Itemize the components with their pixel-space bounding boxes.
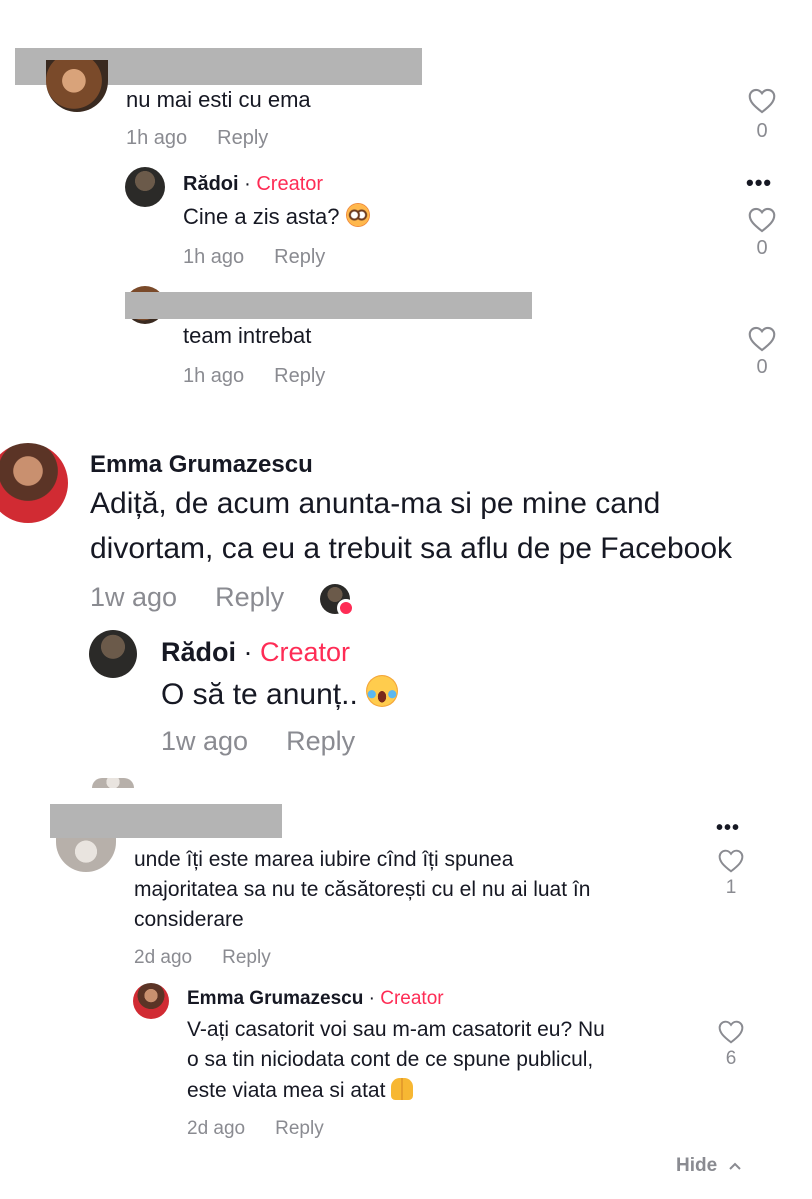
like-button[interactable]: 0 — [740, 207, 784, 260]
like-button[interactable]: 1 — [710, 849, 752, 899]
reply-button[interactable]: Reply — [286, 726, 355, 756]
creator-liked-heart-icon — [337, 599, 355, 617]
reply-text-content: Cine a zis asta? — [183, 204, 340, 229]
commenter-avatar[interactable] — [0, 443, 68, 523]
reply-author: Rădoi · Creator — [183, 173, 323, 196]
reply-button[interactable]: Reply — [275, 1118, 324, 1139]
separator-dot: · — [236, 637, 261, 667]
heart-icon[interactable] — [740, 207, 784, 233]
reply-meta: 1w ago Reply — [161, 726, 355, 757]
reply-text-content: este viata mea si atat — [187, 1079, 386, 1102]
commenter-avatar[interactable] — [46, 60, 108, 112]
like-count: 0 — [756, 237, 768, 259]
author-name[interactable]: Rădoi — [183, 173, 239, 195]
reply-author: Rădoi · Creator — [161, 637, 350, 668]
reply-text-line: este viata mea si atat — [187, 1078, 414, 1103]
reply-button[interactable]: Reply — [274, 246, 325, 268]
comment-meta: 1w ago Reply — [90, 582, 284, 613]
reply-time: 1h ago — [183, 246, 245, 268]
reply-time: 2d ago — [187, 1118, 246, 1139]
hide-label[interactable]: Hide — [676, 1155, 717, 1176]
comment-time: 1h ago — [126, 127, 188, 149]
more-options-icon[interactable]: ••• — [746, 170, 772, 196]
comment-text-line: Adiță, de acum anunta-ma si pe mine cand — [90, 487, 661, 520]
author-name[interactable]: Rădoi — [161, 637, 236, 667]
heart-icon[interactable] — [740, 326, 784, 352]
separator-dot: · — [363, 988, 381, 1009]
reply-text: O să te anunț.. — [161, 675, 399, 712]
creator-badge: Creator — [260, 637, 351, 667]
folded-hands-emoji-icon — [391, 1078, 414, 1100]
reply-meta: 2d ago Reply — [187, 1118, 324, 1140]
comment-text-line: divortam, ca eu a trebuit sa aflu de pe … — [90, 532, 733, 565]
author-name[interactable]: Emma Grumazescu — [187, 988, 363, 1009]
heart-icon[interactable] — [740, 88, 784, 114]
comment-meta: 2d ago Reply — [134, 947, 271, 969]
heart-icon[interactable] — [710, 849, 752, 873]
reply-time: 1w ago — [161, 726, 249, 756]
reply-button[interactable]: Reply — [274, 365, 325, 387]
chevron-up-icon[interactable] — [728, 1155, 742, 1177]
comment-meta: 1h ago Reply — [126, 127, 268, 150]
reply-time: 1h ago — [183, 365, 245, 387]
comment-text-line: considerare — [134, 908, 244, 931]
redacted-username — [50, 804, 282, 838]
reply-button[interactable]: Reply — [222, 947, 271, 968]
reply-avatar[interactable] — [125, 167, 165, 207]
hide-replies-button[interactable]: Hide — [676, 1155, 742, 1177]
creator-badge: Creator — [380, 988, 444, 1009]
commenter-avatar[interactable] — [56, 838, 116, 872]
heart-icon[interactable] — [710, 1020, 752, 1044]
redacted-username — [125, 292, 532, 319]
comment-time: 2d ago — [134, 947, 193, 968]
creator-badge: Creator — [256, 173, 324, 195]
reply-text: Cine a zis asta? — [183, 203, 370, 230]
like-button[interactable]: 0 — [740, 326, 784, 379]
like-count: 0 — [756, 120, 768, 142]
more-options-icon[interactable]: ••• — [716, 817, 740, 840]
reply-button[interactable]: Reply — [217, 127, 268, 149]
next-avatar-partial — [92, 778, 134, 788]
reply-text-line: o sa tin niciodata cont de ce spune publ… — [187, 1048, 594, 1071]
reply-text: team intrebat — [183, 323, 312, 348]
comment-text-line: majoritatea sa nu te căsătorești cu el n… — [134, 878, 591, 901]
reply-avatar[interactable] — [133, 983, 169, 1019]
separator-dot: · — [238, 173, 257, 195]
comment-author[interactable]: Emma Grumazescu — [90, 451, 313, 479]
comment-text: nu mai esti cu ema — [126, 87, 311, 112]
like-count: 6 — [725, 1048, 737, 1069]
reply-text-content: O să te anunț.. — [161, 678, 358, 711]
like-button[interactable]: 6 — [710, 1020, 752, 1070]
reply-avatar[interactable] — [89, 630, 137, 678]
tears-of-joy-emoji-icon — [366, 675, 399, 707]
reply-button[interactable]: Reply — [215, 582, 284, 612]
reply-text-line: V-ați casatorit voi sau m-am casatorit e… — [187, 1018, 605, 1041]
reply-meta: 1h ago Reply — [183, 365, 325, 388]
like-count: 1 — [725, 877, 737, 898]
reply-author: Emma Grumazescu · Creator — [187, 988, 444, 1010]
comment-time: 1w ago — [90, 582, 178, 612]
like-button[interactable]: 0 — [740, 88, 784, 143]
flushed-face-emoji-icon — [345, 203, 370, 227]
comment-text-line: unde îți este marea iubire cînd îți spun… — [134, 848, 514, 871]
like-count: 0 — [756, 356, 768, 378]
reply-meta: 1h ago Reply — [183, 246, 325, 269]
